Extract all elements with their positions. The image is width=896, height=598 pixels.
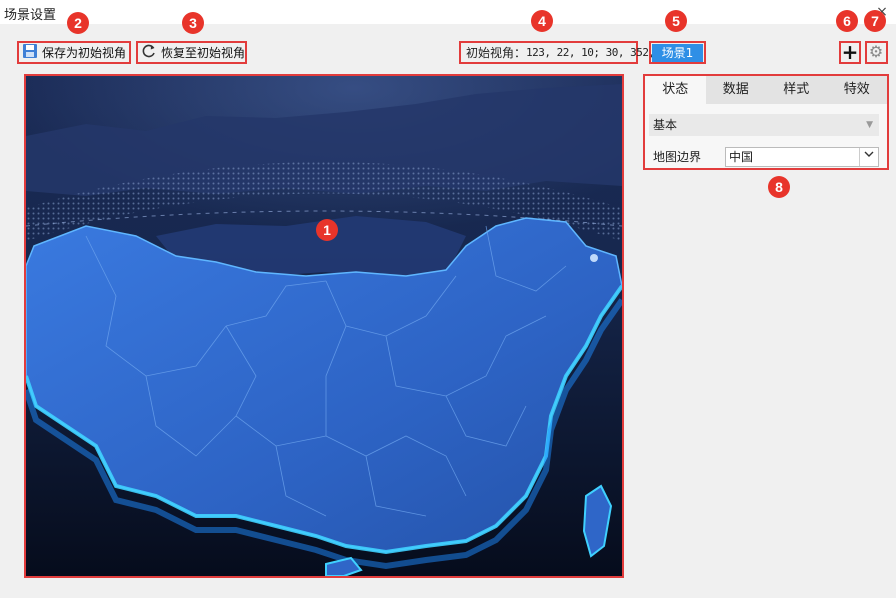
china-3d-map — [26, 76, 622, 576]
save-initial-view-label: 保存为初始视角 — [42, 46, 127, 60]
marker-3: 3 — [182, 12, 204, 34]
window-titlebar: 场景设置 × — [0, 0, 896, 24]
marker-8: 8 — [768, 176, 790, 198]
refresh-icon — [141, 43, 157, 62]
tab-status[interactable]: 状态 — [645, 76, 706, 104]
basic-group-collapsible[interactable]: 基本 ▼ — [649, 114, 879, 136]
tab-effects[interactable]: 特效 — [827, 76, 888, 104]
property-panel: 状态 数据 样式 特效 基本 ▼ 地图边界 中国 — [643, 74, 889, 170]
gear-icon[interactable]: ⚙ — [866, 42, 886, 62]
tab-style[interactable]: 样式 — [766, 76, 827, 104]
marker-7: 7 — [864, 10, 886, 32]
tab-data[interactable]: 数据 — [706, 76, 767, 104]
view-angle-value: 123, 22, 10; 30, 352, 0 — [526, 46, 667, 59]
marker-4: 4 — [531, 10, 553, 32]
map-boundary-label: 地图边界 — [653, 150, 702, 164]
collapse-arrow-icon: ▼ — [866, 120, 873, 130]
view-angle-label: 初始视角： — [466, 46, 527, 60]
marker-1: 1 — [316, 219, 338, 241]
basic-group-label: 基本 — [653, 118, 678, 132]
chevron-down-icon[interactable] — [859, 148, 878, 166]
marker-6: 6 — [836, 10, 858, 32]
save-initial-view-button[interactable]: 保存为初始视角 — [18, 42, 130, 63]
restore-initial-view-label: 恢复至初始视角 — [161, 46, 246, 60]
initial-view-angle: 初始视角： 123, 22, 10; 30, 352, 0 — [460, 42, 667, 63]
map-viewport[interactable]: 1 — [24, 74, 624, 578]
add-scene-icon[interactable]: + — [840, 42, 860, 62]
marker-2: 2 — [67, 12, 89, 34]
map-boundary-select[interactable]: 中国 — [725, 147, 879, 167]
save-icon — [22, 43, 38, 62]
restore-initial-view-button[interactable]: 恢复至初始视角 — [137, 42, 249, 63]
map-boundary-value: 中国 — [729, 150, 754, 164]
window-title: 场景设置 — [4, 8, 57, 23]
panel-tabs: 状态 数据 样式 特效 — [645, 76, 887, 104]
marker-5: 5 — [665, 10, 687, 32]
scene-tab-1[interactable]: 场景1 — [652, 44, 703, 62]
